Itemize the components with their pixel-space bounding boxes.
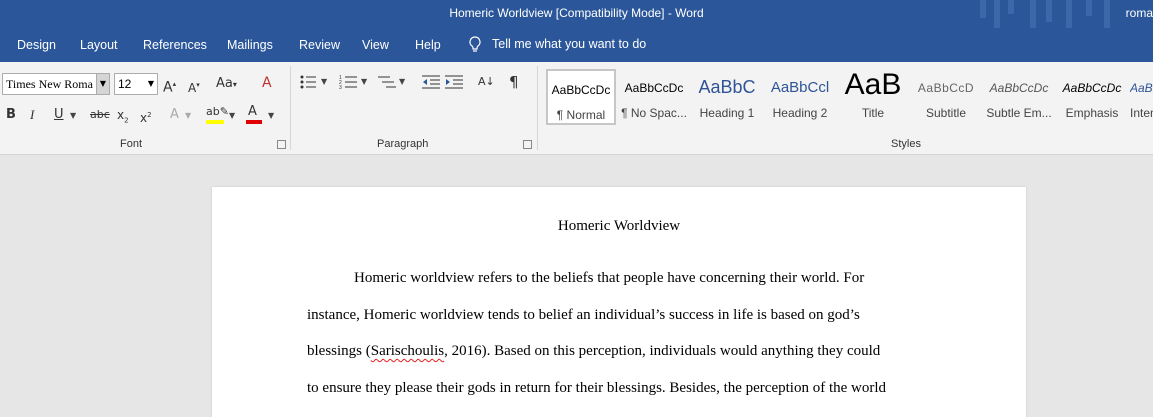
style-heading-2[interactable]: AaBbCcl Heading 2 — [765, 69, 835, 125]
lightbulb-icon — [469, 36, 481, 52]
font-size-value: 12 — [118, 77, 132, 91]
decrease-indent-icon[interactable] — [422, 75, 440, 89]
style-emphasis[interactable]: AaBbCcDc Emphasis — [1057, 69, 1127, 125]
tab-references[interactable]: References — [143, 38, 207, 52]
shrink-font-icon[interactable]: A▾ — [188, 77, 200, 96]
sort-icon[interactable]: A↓ — [478, 74, 495, 90]
underline-icon[interactable]: U — [54, 107, 64, 123]
style-name: Emphasis — [1065, 106, 1119, 120]
style-sample: AaB — [844, 69, 902, 101]
misspelled-word[interactable]: Sarischoulis — [371, 343, 444, 359]
style-name: Inten — [1130, 106, 1153, 120]
text-effects-icon[interactable]: A — [170, 107, 179, 123]
font-color-bar — [246, 120, 262, 124]
style-intense-emphasis[interactable]: AaBbCcDc Inten — [1130, 69, 1153, 125]
style-sample: AaBbC — [698, 77, 756, 97]
highlight-dropdown-icon[interactable]: ▼ — [229, 111, 235, 120]
font-name-value: Times New Roma — [6, 77, 93, 91]
tab-view[interactable]: View — [362, 38, 389, 52]
change-case-icon[interactable]: Aa▾ — [216, 76, 237, 93]
show-formatting-marks-icon[interactable]: ¶ — [509, 74, 519, 90]
numbering-dropdown-icon[interactable]: ▼ — [361, 77, 367, 86]
style-heading-1[interactable]: AaBbC Heading 1 — [692, 69, 762, 125]
font-dialog-launcher-icon[interactable] — [277, 140, 286, 149]
style-sample: AaBbCcDc — [1062, 81, 1122, 95]
body-text: , 2016). Based on this perception, indiv… — [444, 343, 881, 359]
tell-me-box[interactable]: Tell me what you want to do — [468, 36, 646, 52]
font-color-dropdown-icon[interactable]: ▼ — [268, 111, 274, 120]
style-name: ¶ No Spac... — [621, 106, 687, 120]
style-sample: AaBbCcD — [917, 81, 975, 95]
strikethrough-icon[interactable]: abc — [90, 107, 110, 123]
tab-layout[interactable]: Layout — [80, 38, 118, 52]
bullets-icon[interactable] — [300, 75, 316, 89]
style-sample: AaBbCcl — [770, 79, 830, 96]
style-normal[interactable]: AaBbCcDc ¶ Normal — [546, 69, 616, 125]
style-name: Subtitle — [925, 106, 967, 120]
bold-icon[interactable]: B — [6, 107, 16, 123]
body-line: blessings (Sarischoulis, 2016). Based on… — [307, 343, 880, 360]
grow-font-icon[interactable]: A▴ — [163, 76, 176, 96]
paragraph-dialog-launcher-icon[interactable] — [523, 140, 532, 149]
title-bar: Homeric Worldview [Compatibility Mode] -… — [0, 0, 1153, 28]
tab-design[interactable]: Design — [17, 38, 56, 52]
numbering-icon[interactable]: 123 — [339, 75, 357, 89]
group-divider — [290, 66, 291, 150]
svg-text:3: 3 — [339, 85, 342, 89]
body-line: to ensure they please their gods in retu… — [307, 380, 887, 396]
style-subtle-emphasis[interactable]: AaBbCcDc Subtle Em... — [984, 69, 1054, 125]
font-size-dropdown-icon[interactable]: ▼ — [148, 74, 154, 94]
body-line: Homeric worldview refers to the beliefs … — [354, 270, 865, 286]
subscript-icon[interactable]: x2 — [117, 107, 129, 128]
style-name: Subtle Em... — [986, 106, 1052, 120]
tab-review[interactable]: Review — [299, 38, 340, 52]
highlight-color-bar — [206, 120, 224, 124]
tab-help[interactable]: Help — [415, 38, 441, 52]
window-title: Homeric Worldview [Compatibility Mode] -… — [449, 6, 704, 20]
font-name-box[interactable]: Times New Roma ▼ — [2, 73, 110, 95]
style-sample: AaBbCcDc — [551, 83, 611, 97]
style-name: Heading 2 — [772, 106, 828, 120]
multilevel-list-dropdown-icon[interactable]: ▼ — [399, 77, 405, 86]
user-name[interactable]: roma — [1126, 6, 1153, 20]
styles-gallery: AaBbCcDc ¶ Normal AaBbCcDc ¶ No Spac... … — [546, 69, 1153, 127]
body-text: blessings ( — [307, 343, 371, 359]
bullets-dropdown-icon[interactable]: ▼ — [321, 77, 327, 86]
tell-me-label: Tell me what you want to do — [492, 37, 647, 51]
style-sample: AaBbCcDc — [1130, 81, 1153, 95]
style-name: ¶ Normal — [556, 108, 606, 122]
superscript-icon[interactable]: x2 — [140, 107, 152, 126]
document-title: Homeric Worldview — [557, 218, 681, 234]
font-group-label: Font — [120, 138, 143, 150]
style-name: Title — [861, 106, 885, 120]
style-title[interactable]: AaB Title — [838, 69, 908, 125]
style-name: Heading 1 — [699, 106, 755, 120]
font-name-dropdown-icon[interactable]: ▼ — [96, 74, 109, 94]
highlight-icon[interactable]: ab✎ — [206, 104, 229, 120]
tab-mailings[interactable]: Mailings — [227, 38, 273, 52]
style-sample: AaBbCcDc — [624, 81, 684, 95]
body-line: instance, Homeric worldview tends to bel… — [307, 307, 860, 323]
style-subtitle[interactable]: AaBbCcD Subtitle — [911, 69, 981, 125]
ribbon-tab-bar: Design Layout References Mailings Review… — [0, 28, 1153, 62]
multilevel-list-icon[interactable] — [378, 75, 396, 89]
font-color-icon[interactable]: A — [248, 104, 257, 120]
italic-icon[interactable]: I — [30, 107, 34, 123]
clear-formatting-icon[interactable]: A — [262, 75, 272, 91]
paragraph-group-label: Paragraph — [377, 138, 429, 150]
font-size-box[interactable]: 12 ▼ — [114, 73, 158, 95]
style-no-spacing[interactable]: AaBbCcDc ¶ No Spac... — [619, 69, 689, 125]
increase-indent-icon[interactable] — [445, 75, 463, 89]
group-divider — [537, 66, 538, 150]
underline-dropdown-icon[interactable]: ▼ — [70, 111, 76, 120]
text-effects-dropdown-icon[interactable]: ▼ — [185, 111, 191, 120]
style-sample: AaBbCcDc — [989, 81, 1049, 95]
document-page[interactable]: Homeric Worldview Homeric worldview refe… — [212, 187, 1026, 417]
styles-group-label: Styles — [891, 138, 921, 150]
